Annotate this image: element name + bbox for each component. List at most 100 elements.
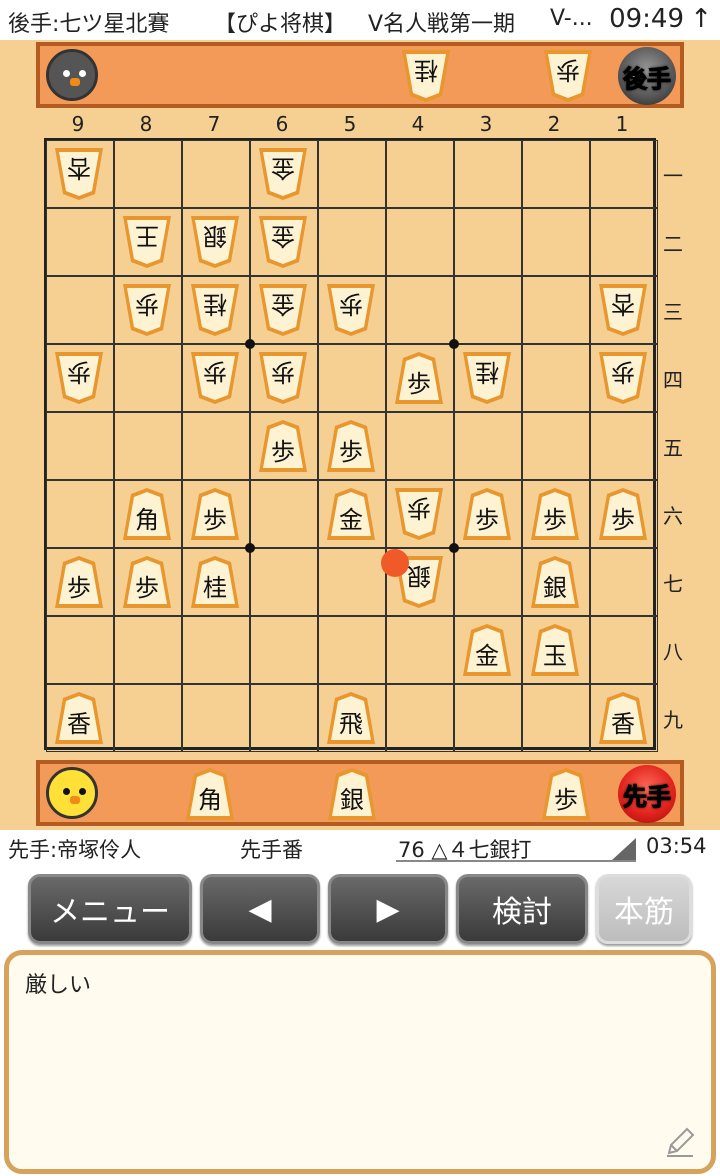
- board-square[interactable]: [454, 140, 522, 208]
- board-piece[interactable]: 歩: [121, 554, 173, 610]
- board-square[interactable]: [114, 412, 182, 480]
- board-piece[interactable]: 桂: [189, 554, 241, 610]
- board-square[interactable]: [386, 412, 454, 480]
- board-piece[interactable]: 歩: [529, 486, 581, 542]
- board-piece[interactable]: 歩: [393, 486, 445, 542]
- board-square[interactable]: [46, 208, 114, 276]
- board-square[interactable]: [522, 140, 590, 208]
- board-square[interactable]: [250, 684, 318, 752]
- board-square[interactable]: [522, 684, 590, 752]
- board-piece[interactable]: 歩: [189, 486, 241, 542]
- board-piece[interactable]: 王: [121, 214, 173, 270]
- board-piece[interactable]: 杏: [597, 282, 649, 338]
- gote-hand-piece[interactable]: 桂: [400, 48, 452, 104]
- board-piece[interactable]: 銀: [189, 214, 241, 270]
- board-piece[interactable]: 香: [597, 690, 649, 746]
- board-square[interactable]: [114, 140, 182, 208]
- board-square[interactable]: [250, 480, 318, 548]
- board-piece[interactable]: 金: [325, 486, 377, 542]
- board-piece[interactable]: 桂: [189, 282, 241, 338]
- board-square[interactable]: [182, 140, 250, 208]
- board-square[interactable]: [386, 276, 454, 344]
- board-square[interactable]: [590, 140, 658, 208]
- move-dropdown-icon[interactable]: [612, 838, 636, 860]
- board-square[interactable]: [250, 616, 318, 684]
- board-piece[interactable]: 歩: [325, 282, 377, 338]
- board-square[interactable]: [454, 548, 522, 616]
- board-piece[interactable]: 香: [53, 690, 105, 746]
- board-square[interactable]: [454, 208, 522, 276]
- board-piece[interactable]: 金: [257, 146, 309, 202]
- board-piece[interactable]: 角: [121, 486, 173, 542]
- board-square[interactable]: [318, 140, 386, 208]
- board-square[interactable]: [386, 208, 454, 276]
- board-square[interactable]: [182, 684, 250, 752]
- board-square[interactable]: [522, 412, 590, 480]
- event-name-more: V-...: [550, 6, 593, 31]
- board-square[interactable]: [114, 616, 182, 684]
- board-square[interactable]: [46, 276, 114, 344]
- board-piece[interactable]: 歩: [325, 418, 377, 474]
- sente-hand[interactable]: 角 銀 歩 先手: [36, 760, 684, 826]
- board-square[interactable]: [318, 344, 386, 412]
- menu-button[interactable]: メニュー: [28, 874, 192, 944]
- board-square[interactable]: [522, 344, 590, 412]
- board-square[interactable]: [386, 140, 454, 208]
- edit-pencil-icon[interactable]: [663, 1125, 697, 1159]
- board-square[interactable]: [522, 276, 590, 344]
- sente-hand-piece[interactable]: 角: [184, 766, 236, 822]
- board-square[interactable]: [182, 616, 250, 684]
- board-square[interactable]: [454, 276, 522, 344]
- shogi-board[interactable]: 杏金王銀金歩桂金歩杏歩歩歩歩桂歩歩歩角歩金歩歩歩歩歩歩桂銀銀金玉香飛香: [44, 138, 658, 752]
- review-button[interactable]: 検討: [456, 874, 588, 944]
- board-piece[interactable]: 歩: [53, 554, 105, 610]
- board-piece[interactable]: 金: [257, 282, 309, 338]
- board-square[interactable]: [522, 208, 590, 276]
- board-piece[interactable]: 飛: [325, 690, 377, 746]
- board-piece[interactable]: 桂: [461, 350, 513, 406]
- board-piece[interactable]: 玉: [529, 622, 581, 678]
- board-square[interactable]: [386, 616, 454, 684]
- board-square[interactable]: [590, 548, 658, 616]
- board-piece[interactable]: 歩: [257, 418, 309, 474]
- board-piece[interactable]: 金: [257, 214, 309, 270]
- gote-chick-avatar-icon[interactable]: [46, 49, 98, 101]
- board-square[interactable]: [46, 480, 114, 548]
- board-square[interactable]: [590, 412, 658, 480]
- board-square[interactable]: [114, 684, 182, 752]
- board-piece[interactable]: 歩: [121, 282, 173, 338]
- board-piece[interactable]: 杏: [53, 146, 105, 202]
- board-square[interactable]: [114, 344, 182, 412]
- board-square[interactable]: [590, 616, 658, 684]
- gote-hand-piece[interactable]: 歩: [542, 48, 594, 104]
- board-square[interactable]: [590, 208, 658, 276]
- board-piece[interactable]: 歩: [461, 486, 513, 542]
- board-piece[interactable]: 歩: [189, 350, 241, 406]
- board-piece[interactable]: 銀: [529, 554, 581, 610]
- sente-chick-avatar-icon[interactable]: [46, 767, 98, 819]
- prev-move-button[interactable]: ◀: [200, 874, 320, 944]
- board-square[interactable]: [318, 548, 386, 616]
- mainline-button[interactable]: 本筋: [596, 874, 692, 944]
- next-move-button[interactable]: ▶: [328, 874, 448, 944]
- comment-box[interactable]: 厳しい: [4, 950, 716, 1174]
- board-square[interactable]: [454, 412, 522, 480]
- board-square[interactable]: [46, 616, 114, 684]
- board-square[interactable]: [386, 684, 454, 752]
- board-square[interactable]: [182, 412, 250, 480]
- board-piece[interactable]: 歩: [393, 350, 445, 406]
- board-piece[interactable]: 金: [461, 622, 513, 678]
- board-square[interactable]: [454, 684, 522, 752]
- board-piece[interactable]: 歩: [257, 350, 309, 406]
- board-square[interactable]: [318, 208, 386, 276]
- board-square[interactable]: [318, 616, 386, 684]
- sente-hand-piece[interactable]: 銀: [326, 766, 378, 822]
- move-selector[interactable]: 76 △４七銀打: [396, 830, 636, 862]
- board-square[interactable]: [46, 412, 114, 480]
- gote-hand[interactable]: 桂 歩 後手: [36, 42, 684, 108]
- sente-hand-piece[interactable]: 歩: [540, 766, 592, 822]
- board-square[interactable]: [250, 548, 318, 616]
- board-piece[interactable]: 歩: [597, 486, 649, 542]
- board-piece[interactable]: 歩: [53, 350, 105, 406]
- board-piece[interactable]: 歩: [597, 350, 649, 406]
